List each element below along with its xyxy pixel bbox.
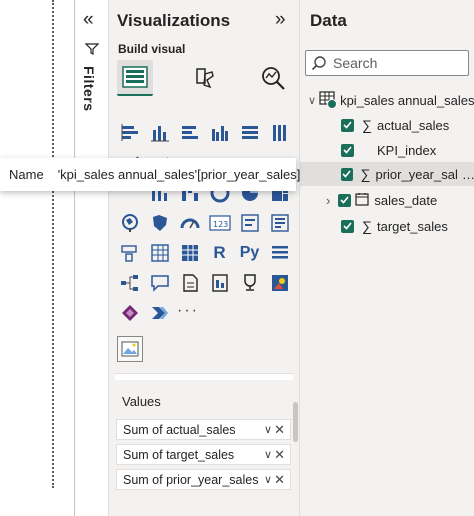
- value-field-label: Sum of prior_year_sales: [123, 472, 259, 487]
- image-icon: [121, 341, 139, 357]
- table-icon[interactable]: [147, 240, 172, 265]
- azure-map-icon[interactable]: [267, 270, 292, 295]
- visualization-tabs: [109, 60, 299, 102]
- 100-percent-column-chart-icon[interactable]: [267, 120, 292, 145]
- value-well-item[interactable]: Sum of prior_year_sales ∨ ✕: [116, 469, 291, 490]
- stacked-bar-chart-icon[interactable]: [117, 120, 142, 145]
- value-field-label: Sum of actual_sales: [123, 422, 236, 437]
- field-name: prior_year_sal...: [375, 166, 458, 182]
- chevron-down-icon[interactable]: ∨: [264, 448, 272, 461]
- decomposition-tree-icon[interactable]: [117, 270, 142, 295]
- table-name: kpi_sales annual_sales: [340, 92, 474, 108]
- slicer-icon[interactable]: [117, 240, 142, 265]
- sigma-icon: ∑: [360, 166, 371, 182]
- gauge-icon[interactable]: [177, 210, 202, 235]
- search-box[interactable]: [305, 50, 469, 76]
- more-options-icon[interactable]: …: [462, 167, 474, 182]
- visualizations-pane: Visualizations » Build visual 123 R Py ·…: [109, 0, 299, 516]
- field-name: target_sales: [377, 218, 448, 234]
- remove-icon[interactable]: ✕: [274, 447, 285, 463]
- value-well-item[interactable]: Sum of target_sales ∨ ✕: [116, 444, 291, 465]
- visual-type-gallery: 123 R Py ···: [109, 112, 299, 324]
- 100-percent-bar-chart-icon[interactable]: [237, 120, 262, 145]
- funnel-icon: [84, 42, 100, 61]
- chevron-right-icon[interactable]: ›: [326, 193, 330, 208]
- power-apps-icon[interactable]: [117, 300, 142, 325]
- collapse-filters-icon[interactable]: «: [83, 9, 94, 31]
- filters-pane-collapsed[interactable]: « Filters: [75, 0, 109, 516]
- check-badge-icon: [327, 99, 338, 109]
- filled-map-icon[interactable]: [147, 210, 172, 235]
- format-paintbrush-icon: [196, 68, 214, 89]
- r-visual-icon[interactable]: R: [207, 240, 232, 265]
- value-field-label: Sum of target_sales: [123, 447, 235, 462]
- build-visual-tab[interactable]: [117, 60, 153, 96]
- analytics-tab[interactable]: [255, 60, 291, 96]
- field-name: KPI_index: [377, 142, 437, 158]
- field-name: sales_date: [374, 192, 438, 208]
- python-visual-icon[interactable]: Py: [237, 240, 262, 265]
- chevron-down-icon[interactable]: ∨: [264, 423, 272, 436]
- section-divider: [115, 373, 293, 380]
- map-icon[interactable]: [117, 210, 142, 235]
- checkbox-checked-icon[interactable]: [341, 219, 354, 233]
- field-row-hovered[interactable]: ∑ prior_year_sal... …: [300, 162, 474, 186]
- calendar-icon: [355, 192, 369, 209]
- visualizations-title: Visualizations: [117, 11, 231, 30]
- metrics-trophy-icon[interactable]: [237, 270, 262, 295]
- remove-icon[interactable]: ✕: [274, 422, 285, 438]
- kpi-icon[interactable]: [267, 210, 292, 235]
- search-icon: [311, 56, 326, 71]
- build-visual-label: Build visual: [118, 42, 186, 56]
- field-tooltip: Name 'kpi_sales annual_sales'[prior_year…: [0, 158, 300, 191]
- sigma-icon: ∑: [362, 117, 372, 133]
- multi-row-card-icon[interactable]: [237, 210, 262, 235]
- paginated-report-icon[interactable]: [207, 270, 232, 295]
- field-row[interactable]: ∑ target_sales: [300, 214, 474, 238]
- value-well-item[interactable]: Sum of actual_sales ∨ ✕: [116, 419, 291, 440]
- stacked-column-chart-icon[interactable]: [147, 120, 172, 145]
- matrix-icon[interactable]: [177, 240, 202, 265]
- field-row[interactable]: › sales_date: [300, 188, 474, 212]
- more-visuals-icon[interactable]: ···: [177, 302, 199, 320]
- clustered-bar-chart-icon[interactable]: [177, 120, 202, 145]
- checkbox-checked-icon[interactable]: [338, 193, 352, 207]
- checkbox-checked-icon[interactable]: [341, 118, 354, 132]
- checkbox-checked-icon[interactable]: [341, 143, 354, 157]
- remove-icon[interactable]: ✕: [274, 472, 285, 488]
- visual-selection-border: [52, 0, 54, 488]
- chevron-down-icon[interactable]: ∨: [308, 94, 316, 107]
- values-label: Values: [122, 394, 161, 409]
- filters-label[interactable]: Filters: [81, 66, 97, 112]
- checkbox-checked-icon[interactable]: [341, 167, 353, 181]
- tooltip-value: 'kpi_sales annual_sales'[prior_year_sale…: [57, 167, 301, 182]
- report-canvas[interactable]: [0, 0, 75, 516]
- power-automate-icon[interactable]: [147, 300, 172, 325]
- values-well: Values Sum of actual_sales ∨ ✕ Sum of ta…: [109, 380, 299, 516]
- card-icon[interactable]: 123: [207, 210, 232, 235]
- field-row[interactable]: ∑ actual_sales: [300, 113, 474, 137]
- expand-pane-icon[interactable]: »: [275, 9, 286, 31]
- smart-narrative-icon[interactable]: [177, 270, 202, 295]
- build-visual-icon: [122, 66, 148, 88]
- qa-icon[interactable]: [147, 270, 172, 295]
- table-icon: [319, 91, 338, 109]
- viz-pane-scrollbar[interactable]: [293, 402, 298, 442]
- tooltip-name-label: Name: [9, 167, 44, 182]
- table-node[interactable]: ∨ kpi_sales annual_sales: [300, 88, 474, 112]
- data-title: Data: [310, 11, 347, 30]
- sigma-icon: ∑: [362, 218, 372, 234]
- analytics-magnifier-icon: [262, 67, 285, 90]
- clustered-column-chart-icon[interactable]: [207, 120, 232, 145]
- format-visual-tab[interactable]: [187, 60, 223, 96]
- key-influencers-icon[interactable]: [267, 240, 292, 265]
- field-name: actual_sales: [377, 117, 450, 133]
- chevron-down-icon[interactable]: ∨: [264, 473, 272, 486]
- get-more-visuals-button[interactable]: [117, 336, 143, 362]
- field-row[interactable]: KPI_index: [300, 138, 474, 162]
- search-input[interactable]: [333, 55, 453, 71]
- svg-text:123: 123: [213, 220, 228, 229]
- data-pane: Data ∨ kpi_sales annual_sales ∑ actual_s…: [299, 0, 474, 516]
